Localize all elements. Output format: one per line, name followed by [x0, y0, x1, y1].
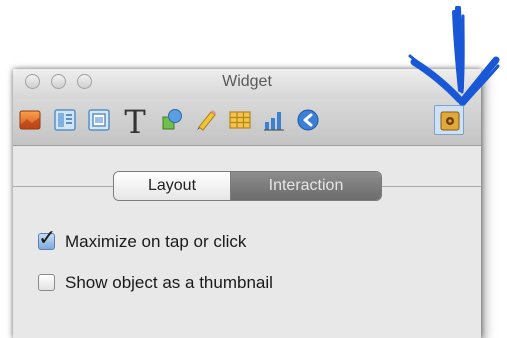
- navigation-icon[interactable]: [293, 105, 323, 135]
- frame-icon[interactable]: [84, 105, 114, 135]
- thumbnail-checkbox[interactable]: [38, 274, 55, 291]
- maximize-checkbox[interactable]: ✓: [38, 228, 56, 250]
- media-icon[interactable]: [15, 105, 45, 135]
- chart-icon[interactable]: [259, 105, 289, 135]
- thumbnail-label: Show object as a thumbnail: [65, 273, 273, 292]
- pencil-icon[interactable]: [191, 105, 221, 135]
- layout-interaction-tabs: Layout Interaction: [113, 171, 382, 201]
- sidebar-icon[interactable]: [50, 105, 80, 135]
- shapes-icon[interactable]: [157, 105, 187, 135]
- annotation-arrow-icon: [408, 6, 500, 106]
- text-icon[interactable]: T: [120, 103, 150, 141]
- checkmark-icon: ✓: [38, 226, 57, 251]
- maximize-label: Maximize on tap or click: [65, 232, 247, 251]
- tab-interaction[interactable]: Interaction: [231, 172, 381, 200]
- table-icon[interactable]: [225, 105, 255, 135]
- tab-layout[interactable]: Layout: [114, 172, 231, 200]
